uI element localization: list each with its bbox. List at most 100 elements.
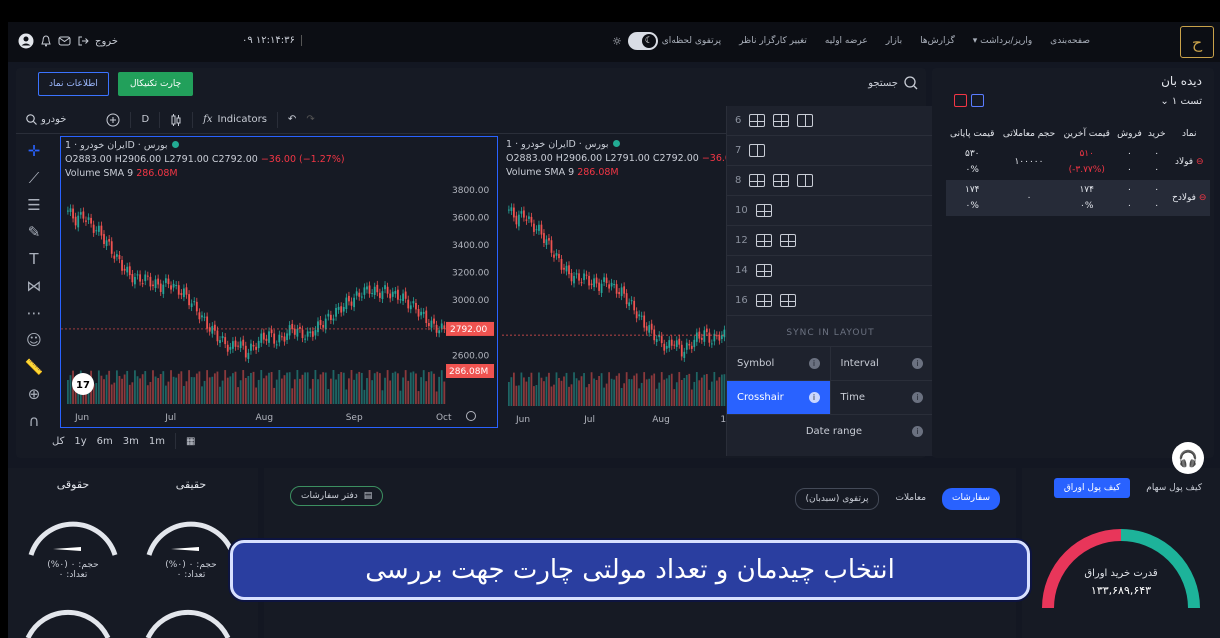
volume-bar bbox=[422, 370, 425, 404]
layout-option-7a[interactable] bbox=[749, 144, 766, 157]
y-tick-label: 3400.00 bbox=[452, 241, 489, 251]
layout-option-12a[interactable] bbox=[755, 234, 772, 247]
chart-pane-2[interactable]: Jun Jul Aug 1 ایران خودرو · 1D · بورس O2883… bbox=[502, 136, 737, 428]
volume-bar bbox=[247, 375, 250, 404]
candle-body bbox=[700, 337, 703, 340]
indicators-button[interactable]: fx Indicators bbox=[203, 114, 267, 125]
sync-date-range[interactable]: Date range i bbox=[727, 414, 934, 448]
candle-body bbox=[715, 335, 718, 337]
symbol-search[interactable]: جستجو bbox=[868, 76, 918, 90]
order-book-button[interactable]: دفتر سفارشات ▤ bbox=[290, 486, 384, 506]
tab-portfolio-basket[interactable]: پرتفوی (سبدبان) bbox=[794, 488, 880, 510]
symbol-info-button[interactable]: اطلاعات نماد bbox=[38, 72, 109, 96]
candles-icon[interactable] bbox=[170, 113, 182, 127]
layout-option-10a[interactable] bbox=[755, 204, 772, 217]
layout-option-6b[interactable] bbox=[773, 114, 790, 127]
layout-option-14a[interactable] bbox=[755, 264, 772, 277]
layout-option-8b[interactable] bbox=[773, 174, 790, 187]
sync-time[interactable]: Time i bbox=[830, 380, 934, 414]
range-6m[interactable]: 6m bbox=[97, 436, 113, 447]
candle-body bbox=[515, 215, 518, 225]
volume-bar bbox=[170, 370, 172, 404]
trend-line-icon[interactable]: ⟋ bbox=[29, 169, 40, 187]
candle-body bbox=[123, 268, 126, 271]
row-buy-text-2: ۰ bbox=[1154, 165, 1160, 175]
range-all[interactable]: کل bbox=[52, 436, 64, 447]
logout-link[interactable]: خروج bbox=[95, 36, 118, 47]
candle-body bbox=[332, 318, 335, 321]
volume-bar bbox=[570, 384, 573, 406]
technical-chart-button[interactable]: چارت تکنیکال bbox=[118, 72, 194, 96]
brush-icon[interactable]: ✎ bbox=[28, 223, 41, 241]
magnet-icon[interactable]: ∩ bbox=[29, 412, 40, 430]
watchlist-selector[interactable]: تست ۱ ⌄ bbox=[1160, 96, 1202, 107]
tab-bond-wallet[interactable]: کیف پول اوراق bbox=[1053, 478, 1131, 498]
text-tool-icon[interactable]: T bbox=[29, 250, 38, 268]
menu-item-ipo[interactable]: عرضه اولیه bbox=[825, 36, 868, 46]
crosshair-icon[interactable]: ✛ bbox=[28, 142, 41, 160]
interval-button[interactable]: D bbox=[141, 114, 149, 125]
range-1y[interactable]: 1y bbox=[74, 436, 86, 447]
volume-bar bbox=[299, 378, 301, 404]
undo-icon[interactable]: ↶ bbox=[288, 114, 296, 125]
menu-item-portfolio[interactable]: پرتفوی لحظه‌ای bbox=[662, 36, 721, 46]
volume-bar bbox=[234, 371, 237, 404]
tab-stock-wallet[interactable]: کیف پول سهام bbox=[1136, 478, 1212, 498]
compare-add-icon[interactable] bbox=[106, 113, 120, 127]
range-3m[interactable]: 3m bbox=[123, 436, 139, 447]
menu-item-market[interactable]: بازار bbox=[886, 36, 902, 46]
chart-pane-1[interactable]: 3800.00 3600.00 3400.00 3200.00 3000.00 2600.… bbox=[60, 136, 498, 428]
edit-icon[interactable] bbox=[971, 94, 984, 107]
menu-item-deposit[interactable]: واریز/برداشت ▾ bbox=[973, 36, 1032, 46]
zoom-icon[interactable]: ⊕ bbox=[28, 385, 41, 403]
sync-crosshair[interactable]: Crosshair i bbox=[727, 380, 831, 414]
layout-option-6c[interactable] bbox=[797, 114, 814, 127]
fib-lines-icon[interactable]: ☰ bbox=[27, 196, 40, 214]
chart-panel: اطلاعات نماد چارت تکنیکال جستجو خودرو D bbox=[16, 68, 934, 458]
table-row[interactable]: ⊖ فولاد ۰۰ ۰۰ ۵۱۰ (۳.۷۷%-) ۱۰۰۰۰۰ ۵۳۰ ۰% bbox=[946, 144, 1210, 180]
volume-bar bbox=[144, 371, 147, 404]
menu-item-layout[interactable]: صفحه‌بندی bbox=[1050, 36, 1090, 46]
theme-toggle[interactable]: ☾ bbox=[627, 32, 658, 50]
sync-interval[interactable]: Interval i bbox=[830, 346, 934, 380]
emoji-icon[interactable]: ☺ bbox=[26, 331, 42, 349]
candle-body bbox=[412, 301, 415, 304]
candle-body bbox=[252, 344, 255, 347]
theme-switcher[interactable]: ☼ ☾ bbox=[612, 32, 658, 50]
sync-symbol[interactable]: Symbol i bbox=[727, 346, 831, 380]
layout-option-8a[interactable] bbox=[749, 174, 766, 187]
symbol-search-button[interactable]: خودرو bbox=[26, 114, 66, 125]
volume-bar bbox=[538, 372, 540, 406]
table-row[interactable]: ⊖ فولادح ۰۰ ۰۰ ۱۷۴ ۰% ۰ ۱۷۴ ۰% bbox=[946, 180, 1210, 216]
menu-item-reports[interactable]: گزارش‌ها bbox=[920, 36, 955, 46]
messages-icon[interactable] bbox=[58, 35, 71, 47]
calendar-icon[interactable]: ▦ bbox=[186, 436, 195, 447]
bell-icon[interactable] bbox=[40, 35, 52, 47]
logout-icon[interactable] bbox=[77, 35, 89, 47]
layout-option-8c[interactable] bbox=[797, 174, 814, 187]
row-buy-text-2: ۰ bbox=[1154, 201, 1160, 211]
layout-option-6a[interactable] bbox=[749, 114, 766, 127]
avatar[interactable] bbox=[18, 33, 34, 49]
volume-bar bbox=[226, 377, 229, 404]
col-symbol: نماد bbox=[1182, 129, 1197, 139]
measure-icon[interactable]: ⋯ bbox=[27, 304, 42, 322]
layout-option-16b[interactable] bbox=[779, 294, 796, 307]
tab-orders[interactable]: سفارشات bbox=[942, 488, 1000, 510]
tab-trades[interactable]: معاملات bbox=[885, 488, 936, 510]
volume-bar bbox=[650, 375, 653, 406]
redo-icon[interactable]: ↷ bbox=[306, 114, 314, 125]
menu-item-change-broker[interactable]: تغییر کارگزار ناظر bbox=[739, 36, 807, 46]
delete-icon[interactable] bbox=[954, 94, 967, 107]
layout-option-16a[interactable] bbox=[755, 294, 772, 307]
candle-body bbox=[100, 225, 103, 236]
pattern-icon[interactable]: ⋈ bbox=[27, 277, 42, 295]
ruler-icon[interactable]: 📏 bbox=[25, 358, 44, 376]
range-1m[interactable]: 1m bbox=[149, 436, 165, 447]
layout-option-12b[interactable] bbox=[779, 234, 796, 247]
candle-body bbox=[386, 286, 389, 294]
volume-bar bbox=[105, 374, 108, 404]
clock: ۰۹ ۱۲:۱۴:۳۶ bbox=[242, 35, 302, 46]
volume-bar bbox=[389, 380, 392, 404]
support-headset-icon[interactable]: 🎧 bbox=[1172, 442, 1204, 474]
